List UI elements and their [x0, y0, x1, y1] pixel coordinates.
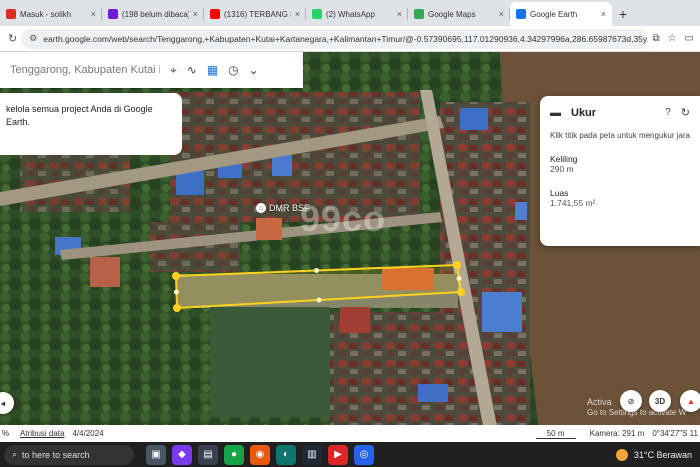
file-explorer-icon[interactable]: ▤ [198, 444, 218, 465]
windows-taskbar: ⌕ to here to search ▣ ◆ ▤ ● ◉ ◐ ▥ ▶ ◎ 31… [0, 442, 700, 467]
tab-favicon-icon [6, 9, 16, 19]
browser-tab[interactable]: (1316) TERBANG DIAT × [204, 2, 306, 26]
measure-instruction: Klik titik pada peta untuk mengukur jara [550, 131, 690, 140]
weather-widget[interactable]: 31°C Berawan [615, 448, 692, 461]
tab-close-icon[interactable]: × [193, 9, 198, 19]
chrome-alt-icon[interactable]: ● [224, 444, 244, 465]
address-bar[interactable]: ⚙ earth.google.com/web/search/Tenggarong… [21, 28, 649, 49]
history-icon[interactable]: ◷ [228, 63, 238, 77]
chrome-icon[interactable]: ◎ [354, 444, 374, 465]
sun-cloud-icon [615, 448, 628, 461]
task-view-icon[interactable]: ▣ [146, 444, 166, 465]
search-icon: ⌕ [12, 449, 18, 459]
zoom-percent: % [2, 429, 10, 438]
tab-title: Masuk - solikh [20, 9, 72, 19]
building-icon: ⌂ [256, 203, 266, 213]
tab-favicon-icon [516, 9, 526, 19]
area-value: 1.741,55 m² [550, 198, 596, 208]
measure-vertex-handle[interactable] [457, 288, 465, 296]
imagery-date: 4/4/2024 [72, 429, 104, 438]
location-pin-icon[interactable]: ⌖ [170, 63, 177, 78]
store-icon[interactable]: ▥ [302, 444, 322, 465]
reload-icon[interactable]: ↻ [8, 32, 17, 45]
tab-favicon-icon [210, 9, 220, 19]
path-icon[interactable]: ∿ [187, 63, 197, 77]
perimeter-value: 290 m [550, 164, 574, 174]
coordinates: 0°34'27"S 11 [652, 429, 698, 438]
browser-tab[interactable]: (198 belum dibaca) - × [102, 2, 204, 26]
activation-line2: Go to Settings to activate W [587, 407, 687, 417]
tab-close-icon[interactable]: × [601, 9, 606, 19]
taskbar-search[interactable]: ⌕ to here to search [4, 444, 134, 465]
sidebar-icon[interactable]: ▭ [685, 33, 694, 44]
media-icon[interactable]: ▶ [328, 444, 348, 465]
tab-title: Google Maps [428, 9, 476, 19]
tab-close-icon[interactable]: × [91, 9, 96, 19]
project-info-card: kelola semua project Anda di Google Eart… [0, 93, 182, 155]
tab-close-icon[interactable]: × [295, 9, 300, 19]
earth-status-bar: % Atribusi data 4/4/2024 50 m Kamera: 29… [0, 425, 700, 442]
perimeter-label: Keliling [550, 154, 578, 164]
measure-vertex-handle[interactable] [172, 272, 180, 280]
measure-midpoint-handle[interactable] [456, 276, 462, 281]
watermark: 99co [300, 198, 387, 239]
tab-title: (198 belum dibaca) - [122, 9, 189, 19]
browser-tab[interactable]: Masuk - solikh × [0, 2, 102, 26]
camera-altitude: Kamera: 291 m [589, 429, 645, 438]
new-tab-button[interactable]: + [612, 2, 634, 26]
browser-tab[interactable]: (2) WhatsApp × [306, 2, 408, 26]
tab-title: (1316) TERBANG DIAT [224, 9, 291, 19]
activation-line1: Activa [587, 397, 612, 407]
panel-title: Ukur [571, 106, 597, 119]
area-label: Luas [550, 188, 569, 198]
measure-vertex-handle[interactable] [453, 261, 461, 269]
search-input[interactable]: Tenggarong, Kabupaten Kutai Ka [10, 64, 160, 76]
bookmark-star-icon[interactable]: ☆ [668, 33, 677, 44]
measure-midpoint-handle[interactable] [174, 289, 179, 295]
weather-text: 31°C Berawan [633, 449, 692, 460]
url-text: earth.google.com/web/search/Tenggarong,+… [43, 33, 649, 44]
attribution-link[interactable]: Atribusi data [20, 429, 64, 438]
measure-panel: ▬ Ukur ? ↻ Klik titik pada peta untuk me… [540, 96, 700, 246]
chevron-down-icon[interactable]: ⌄ [249, 63, 259, 77]
site-info-icon[interactable]: ⚙ [29, 33, 37, 44]
tab-title: (2) WhatsApp [326, 9, 375, 19]
edge-icon[interactable]: ◐ [276, 444, 296, 465]
tab-close-icon[interactable]: × [397, 9, 402, 19]
measure-vertex-handle[interactable] [173, 304, 181, 312]
tab-title: Google Earth [530, 9, 578, 19]
taskbar-search-text: to here to search [22, 449, 90, 460]
measure-midpoint-handle[interactable] [314, 268, 319, 273]
install-app-icon[interactable]: ⧉ [652, 33, 659, 44]
tab-favicon-icon [312, 9, 322, 19]
tab-close-icon[interactable]: × [499, 9, 504, 19]
ruler-icon: ▬ [550, 106, 561, 119]
info-card-text: kelola semua project Anda di Google Eart… [6, 104, 153, 127]
scale-bar: 50 m [535, 429, 576, 439]
address-bar-row: ↻ ⚙ earth.google.com/web/search/Tenggaro… [0, 26, 700, 52]
firefox-icon[interactable]: ◉ [250, 444, 270, 465]
tab-favicon-icon [414, 9, 424, 19]
undo-icon[interactable]: ↻ [681, 106, 690, 119]
widgets-icon[interactable]: ◆ [172, 444, 192, 465]
tab-favicon-icon [108, 9, 118, 19]
browser-tab[interactable]: Google Maps × [408, 2, 510, 26]
ruler-icon[interactable]: ▦ [207, 63, 218, 77]
help-icon[interactable]: ? [665, 107, 671, 118]
measure-midpoint-handle[interactable] [316, 297, 322, 303]
earth-search-bar: Tenggarong, Kabupaten Kutai Ka ⌖ ∿ ▦ ◷ ⌄ [0, 52, 303, 88]
browser-tab-bar: Masuk - solikh × (198 belum dibaca) - × (131… [0, 0, 700, 26]
windows-activation-notice: Activa Go to Settings to activate W [587, 397, 686, 417]
browser-tab[interactable]: Google Earth × [510, 2, 612, 26]
